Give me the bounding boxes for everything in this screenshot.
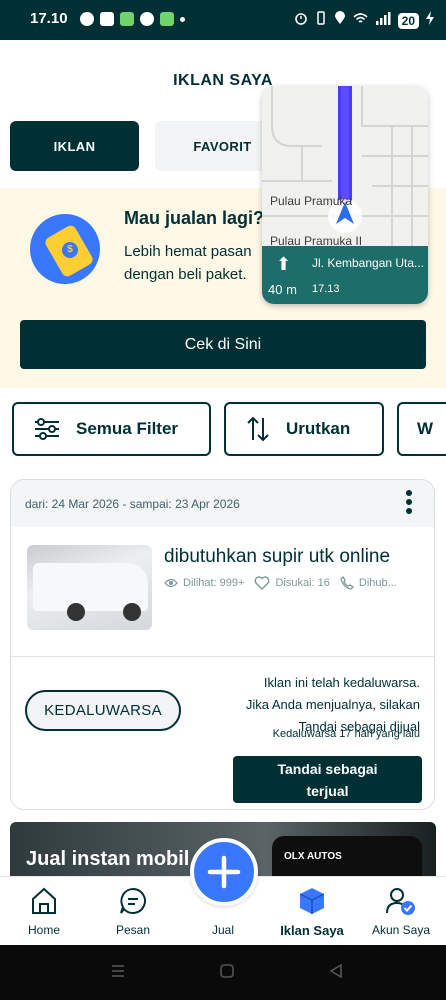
ad-thumbnail[interactable] xyxy=(27,545,152,630)
banner-text: Jual instan mobil xyxy=(26,848,190,870)
expired-message-line: Iklan ini telah kedaluwarsa. xyxy=(263,675,420,690)
nav-label: Pesan xyxy=(115,923,151,937)
more-options-icon[interactable] xyxy=(406,490,412,517)
home-icon xyxy=(4,887,84,915)
turn-arrow-icon: ⬆ xyxy=(276,254,292,274)
charging-icon xyxy=(426,11,434,30)
promo-desc-line: dengan beli paket. xyxy=(124,266,247,283)
sort-arrows-icon xyxy=(246,416,270,442)
wifi-icon xyxy=(353,12,368,30)
coin-icon: $ xyxy=(62,242,78,258)
turn-distance: 40 m xyxy=(268,282,297,297)
price-tag-icon: $ xyxy=(30,214,100,284)
system-icons: 20 xyxy=(294,11,434,30)
ad-title[interactable]: dibutuhkan supir utk online xyxy=(164,546,390,568)
likes-count: Disukai: 16 xyxy=(275,577,330,589)
notification-icons xyxy=(80,12,185,26)
status-badge: KEDALUWARSA xyxy=(25,690,181,731)
sliders-icon xyxy=(34,418,60,440)
location-icon xyxy=(334,11,346,30)
ad-card-header: dari: 24 Mar 2026 - sampai: 23 Apr 2026 xyxy=(11,480,434,527)
eye-icon xyxy=(164,578,178,588)
promo-description: Lebih hemat pasan dengan beli paket. xyxy=(124,240,264,286)
promo-title: Mau jualan lagi? xyxy=(124,208,265,228)
card-divider xyxy=(11,656,434,657)
chat-icon xyxy=(93,887,173,915)
nav-akun-saya[interactable]: Akun Saya xyxy=(361,877,441,946)
calls-count: Dihub... xyxy=(358,577,397,589)
expired-message-line: Jika Anda menjualnya, silakan xyxy=(245,697,420,712)
message-icon xyxy=(120,12,134,26)
phone-icon xyxy=(340,576,354,590)
app-icon xyxy=(160,12,174,26)
map-roads xyxy=(262,86,428,246)
back-icon[interactable] xyxy=(328,963,344,984)
home-system-icon[interactable] xyxy=(219,963,235,984)
tab-iklan[interactable]: IKLAN xyxy=(10,121,139,171)
alarm-icon xyxy=(294,11,308,30)
navigation-map-overlay[interactable]: Pulau Pramuka Pulau Pramuka II ⬆ Jl. Kem… xyxy=(262,86,428,304)
street-name: Jl. Kembangan Uta... xyxy=(312,256,425,270)
nav-label: Akun Saya xyxy=(371,923,431,937)
sort-label: Urutkan xyxy=(286,419,351,438)
ad-stats: Dilihat: 999+ Disukai: 16 Dihub... xyxy=(164,576,397,590)
nav-label: Home xyxy=(27,923,60,937)
filter-chip-more[interactable]: W xyxy=(397,402,446,456)
threads-icon xyxy=(140,12,154,26)
system-navigation-bar xyxy=(0,945,446,1000)
signal-icon xyxy=(375,11,391,30)
expired-ago: Kedaluwarsa 17 hari yang lalu xyxy=(272,728,420,740)
calls-stat: Dihub... xyxy=(340,576,397,590)
all-filter-label: Semua Filter xyxy=(76,419,179,438)
nav-home[interactable]: Home xyxy=(4,877,84,946)
views-count: Dilihat: 999+ xyxy=(183,577,245,589)
youtube-icon xyxy=(100,12,114,26)
promo-desc-line: Lebih hemat pasan xyxy=(124,243,252,260)
nav-label: Jual xyxy=(211,923,234,937)
map-road-label: Pulau Pramuka xyxy=(270,194,353,208)
more-dot-icon xyxy=(180,17,185,22)
status-bar: 17.10 20 xyxy=(0,0,446,40)
mark-sold-label: terjual xyxy=(306,783,349,799)
mark-sold-label: Tandai sebagai xyxy=(277,761,378,777)
nav-pesan[interactable]: Pesan xyxy=(93,877,173,946)
likes-stat: Disukai: 16 xyxy=(254,576,330,590)
nav-label: Iklan Saya xyxy=(280,923,344,938)
filter-chip-label: W xyxy=(417,419,434,438)
map-navigation-bar: ⬆ Jl. Kembangan Uta... 40 m 17.13 xyxy=(262,246,428,304)
recent-apps-icon[interactable] xyxy=(110,963,126,984)
sort-button[interactable]: Urutkan xyxy=(224,402,384,456)
driving-icon xyxy=(80,12,94,26)
heart-icon xyxy=(255,576,270,590)
mark-as-sold-button[interactable]: Tandai sebagai terjual xyxy=(233,756,422,803)
plus-icon xyxy=(207,855,241,889)
status-time: 17.10 xyxy=(30,10,68,27)
nav-iklan-saya[interactable]: Iklan Saya xyxy=(272,877,352,946)
views-stat: Dilihat: 999+ xyxy=(164,576,244,590)
olx-autos-logo: OLX AUTOS xyxy=(284,851,342,862)
arrival-time: 17.13 xyxy=(312,283,340,295)
ad-dates: dari: 24 Mar 2026 - sampai: 23 Apr 2026 xyxy=(25,497,240,511)
battery-level: 20 xyxy=(397,12,419,29)
vibrate-icon xyxy=(315,11,327,30)
user-check-icon xyxy=(361,887,441,915)
all-filter-button[interactable]: Semua Filter xyxy=(12,402,211,456)
ad-card: dari: 24 Mar 2026 - sampai: 23 Apr 2026 … xyxy=(10,479,435,810)
box-icon xyxy=(272,887,352,915)
check-here-button[interactable]: Cek di Sini xyxy=(20,320,426,369)
sell-fab-button[interactable] xyxy=(190,838,258,906)
